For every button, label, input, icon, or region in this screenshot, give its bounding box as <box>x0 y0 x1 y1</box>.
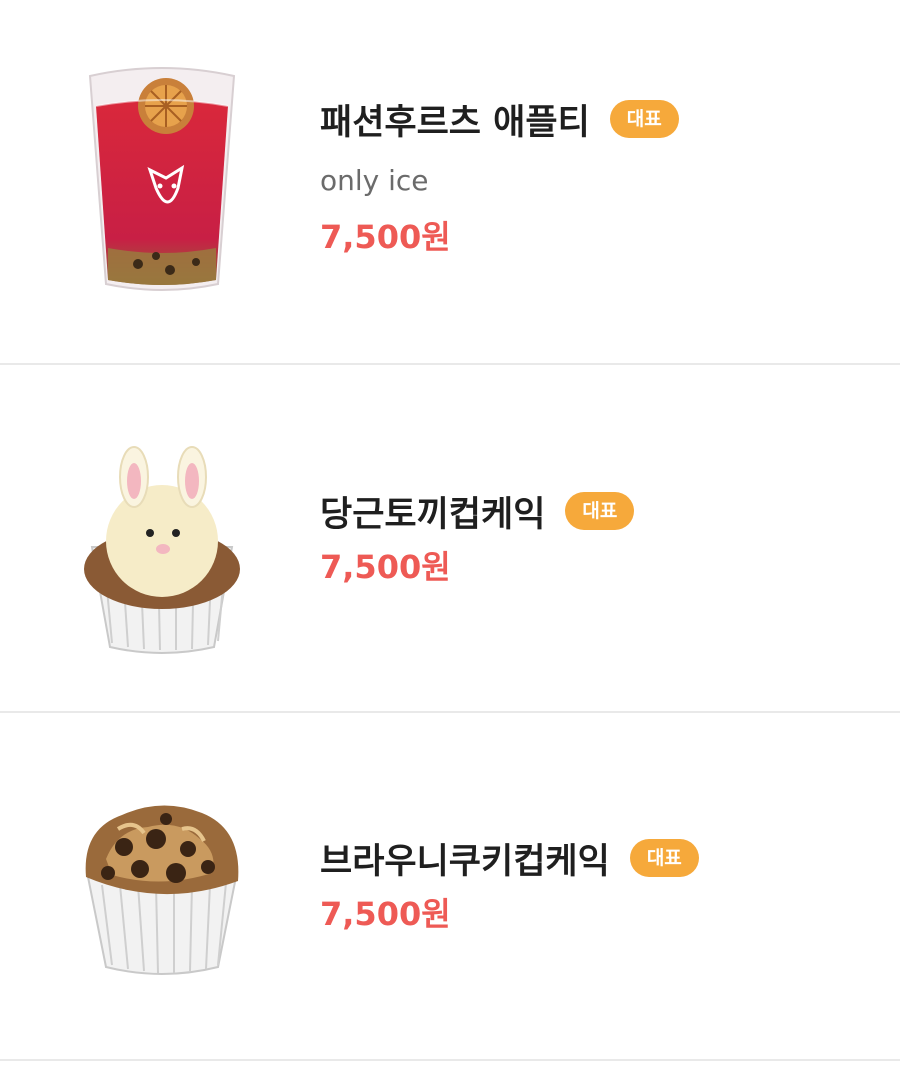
item-price: 7,500원 <box>320 548 451 586</box>
item-description: only ice <box>320 164 429 197</box>
item-name: 당근토끼컵케익 <box>320 494 546 535</box>
item-price: 7,500원 <box>320 895 451 933</box>
item-text: 브라우니쿠키컵케익 대표 7,500원 <box>320 834 699 936</box>
menu-list: 패션후르츠 애플티 대표 only ice 7,500원 당근토끼컵케익 대표 … <box>0 0 900 1066</box>
iced-tea-cup-image <box>78 58 246 298</box>
title-row: 브라우니쿠키컵케익 대표 <box>320 834 699 882</box>
title-row: 당근토끼컵케익 대표 <box>320 487 635 535</box>
menu-item-carrot-bunny-cupcake[interactable]: 당근토끼컵케익 대표 7,500원 <box>0 365 900 712</box>
bunny-cupcake-image <box>78 437 246 677</box>
item-text: 당근토끼컵케익 대표 7,500원 <box>320 487 635 589</box>
menu-item-passionfruit-apple-tea[interactable]: 패션후르츠 애플티 대표 only ice 7,500원 <box>0 0 900 364</box>
divider <box>0 1059 900 1061</box>
signature-badge: 대표 <box>565 492 635 530</box>
signature-badge: 대표 <box>629 839 699 877</box>
item-price: 7,500원 <box>320 218 451 256</box>
menu-item-brownie-cookie-cupcake[interactable]: 브라우니쿠키컵케익 대표 7,500원 <box>0 713 900 1060</box>
item-text: 패션후르츠 애플티 대표 only ice 7,500원 <box>320 95 679 259</box>
signature-badge: 대표 <box>609 100 679 138</box>
brownie-cupcake-image <box>78 789 246 1029</box>
item-name: 브라우니쿠키컵케익 <box>320 841 610 882</box>
title-row: 패션후르츠 애플티 대표 <box>320 95 679 143</box>
item-name: 패션후르츠 애플티 <box>320 102 590 143</box>
